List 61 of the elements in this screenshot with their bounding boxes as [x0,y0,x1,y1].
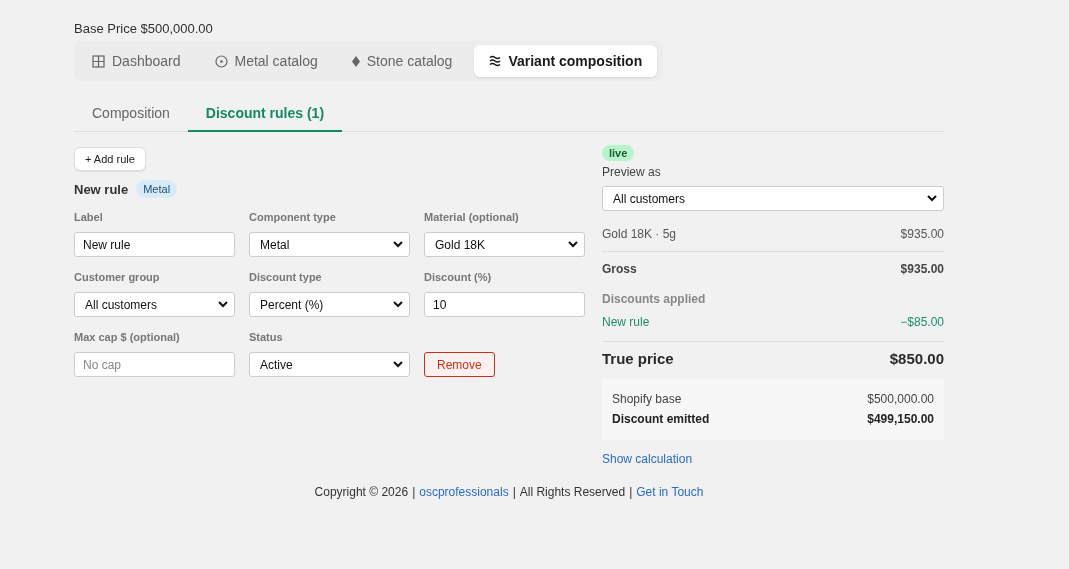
chevron-icon [218,301,228,308]
footer-separator: | [512,485,516,499]
diamond-icon [351,55,360,67]
select-field[interactable]: Metal [249,232,410,257]
select-field[interactable]: Active [249,352,410,377]
base-price: Base Price $500,000.00 [74,21,214,37]
summary-label: Discount emitted [612,412,710,426]
field-label: Customer group [74,271,161,285]
total-label: True price [602,350,674,367]
field-label: Discount (%) [424,271,493,285]
chevron-icon [393,361,403,368]
rule-title: New rule [74,181,129,197]
preview-label: Preview as [602,165,661,179]
select-field[interactable]: Gold 18K [424,232,585,257]
footer-text: Copyright © 2026 [314,485,409,499]
show-calculation-link[interactable]: Show calculation [602,452,693,466]
discount-label: New rule [602,315,650,329]
nav-tab[interactable]: Metal catalog [202,45,330,77]
footer-link[interactable]: Get in Touch [636,485,704,499]
footer-separator: | [412,485,416,499]
field-label: Component type [249,211,337,225]
chevron-icon [393,301,403,308]
preview-select[interactable]: All customers [602,186,944,211]
footer-link[interactable]: oscprofessionals [419,485,509,499]
chevron-icon [393,241,403,248]
grid-icon [92,54,105,68]
nav-tab[interactable]: Variant composition [474,45,658,77]
summary-label: Shopify base [612,392,682,406]
line-label: Gold 18K · 5g [602,227,677,241]
select-field[interactable]: Percent (%) [249,292,410,317]
select-field[interactable]: All customers [74,292,235,317]
field-label: Label [74,211,104,225]
nav-tab[interactable]: Dashboard [80,45,193,77]
nav-tab[interactable]: Stone catalog [339,45,465,77]
wave-icon [489,55,502,67]
remove-button[interactable]: Remove [424,352,495,377]
gross-amount: $935.00 [900,262,944,276]
discounts-heading: Discounts applied [602,292,706,306]
field-label: Discount type [249,271,323,285]
field-label: Status [249,331,284,345]
input-field[interactable]: 10 [424,292,585,317]
sub-tab[interactable]: Discount rules (1) [187,97,343,132]
rule-tag: Metal [136,180,178,198]
summary-amount: $500,000.00 [867,392,934,406]
chevron-icon [568,241,578,248]
footer-separator: | [629,485,633,499]
footer-text: All Rights Reserved [519,485,626,499]
field-label: Material (optional) [424,211,520,225]
input-field[interactable]: No cap [74,352,235,377]
total-amount: $850.00 [889,350,944,367]
discount-amount: −$85.00 [900,315,944,329]
live-badge: live [602,145,635,161]
field-label: Max cap $ (optional) [74,331,181,345]
gross-label: Gross [602,262,637,276]
line-amount: $935.00 [900,227,944,241]
circle-dot-icon [214,54,228,68]
sub-tab[interactable]: Composition [74,97,188,132]
input-field[interactable]: New rule [74,232,235,257]
chevron-icon [927,195,937,202]
add-rule-button[interactable]: + Add rule [74,147,146,171]
summary-amount: $499,150.00 [867,412,934,426]
